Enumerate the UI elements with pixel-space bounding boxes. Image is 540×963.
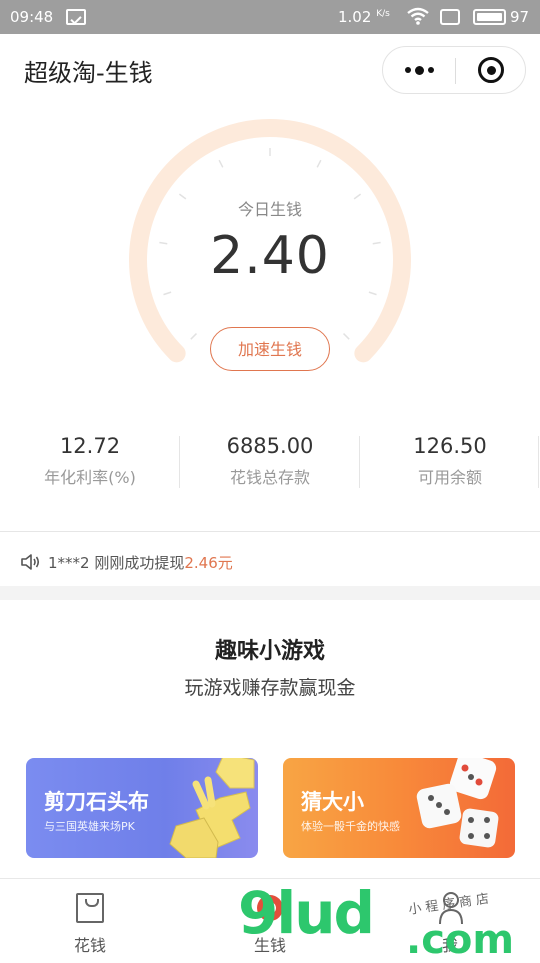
battery-level: 97: [510, 8, 530, 26]
game-desc: 与三国英雄来场PK: [44, 820, 135, 833]
game-desc: 体验一骰千金的快感: [301, 820, 400, 833]
wifi-icon: [407, 7, 429, 25]
watermark-small-text: 小程序商店: [407, 891, 494, 918]
mini-program-capsule: [382, 46, 526, 94]
stats-row: 12.72 年化利率(%) 6885.00 花钱总存款 126.50 可用余额: [0, 428, 540, 498]
page-title: 超级淘-生钱: [24, 59, 153, 87]
stat-annual-rate: 12.72 年化利率(%): [0, 428, 180, 488]
stat-total-deposit: 6885.00 花钱总存款: [180, 428, 360, 488]
notice-text: 1***2 刚刚成功提现: [48, 553, 185, 572]
notice-amount: 2.46元: [184, 553, 233, 572]
withdraw-notice: 1***2 刚刚成功提现 2.46元: [20, 550, 233, 574]
gauge-tick: [343, 333, 350, 340]
gauge-tick: [190, 333, 197, 340]
accelerate-button[interactable]: 加速生钱: [210, 327, 330, 371]
stat-label: 花钱总存款: [229, 468, 310, 487]
network-speed-value: 1.02: [338, 8, 372, 26]
stat-label: 可用余额: [417, 468, 482, 487]
stat-label: 年化利率(%): [44, 468, 136, 487]
image-notification-icon: [66, 9, 86, 25]
gauge-tick: [368, 291, 377, 296]
stat-available-balance: 126.50 可用余额: [360, 428, 540, 488]
sim-icon: [440, 9, 460, 25]
stat-value: 12.72: [59, 434, 121, 458]
game-title: 猜大小: [301, 790, 364, 814]
stat-value: 126.50: [413, 434, 487, 458]
game-title: 剪刀石头布: [44, 790, 149, 814]
watermark-text: 9lud: [238, 879, 375, 947]
gauge-tick: [316, 159, 322, 168]
watermark-suffix: .com: [406, 917, 515, 963]
games-subtitle: 玩游戏赚存款赢现金: [184, 677, 356, 699]
section-gap: [0, 586, 540, 600]
tab-spend[interactable]: 花钱: [0, 879, 180, 961]
app-header: 超级淘-生钱: [0, 34, 540, 104]
battery-icon: [473, 9, 506, 25]
more-button[interactable]: [383, 47, 455, 93]
gauge-tick: [163, 291, 172, 296]
network-speed-unit: K/s: [376, 9, 390, 19]
dice-icon: [416, 758, 499, 848]
status-time: 09:48: [10, 8, 54, 26]
more-dot-icon: [404, 67, 411, 73]
today-earnings-value: 2.40: [210, 226, 330, 286]
earnings-gauge: 今日生钱 2.40 加速生钱: [110, 110, 430, 390]
status-bar: 09:48 1.02 K/s 97: [0, 0, 540, 34]
gauge-label: 今日生钱: [237, 200, 302, 219]
speaker-icon: [21, 554, 40, 570]
gauge-tick: [218, 159, 224, 168]
hands-icon: [169, 758, 255, 858]
more-dot-icon: [414, 65, 424, 75]
bag-icon: [76, 893, 104, 923]
section-divider: [0, 531, 540, 532]
games-title: 趣味小游戏: [214, 639, 325, 664]
close-mini-program-button[interactable]: [456, 47, 526, 93]
rock-paper-scissors-card[interactable]: 剪刀石头布 与三国英雄来场PK: [26, 758, 258, 858]
watermark: 9lud .com 小程序商店: [238, 879, 538, 963]
guess-size-card[interactable]: 猜大小 体验一骰千金的快感: [283, 758, 515, 858]
stat-value: 6885.00: [226, 434, 314, 458]
target-icon: [478, 57, 504, 83]
stat-divider: [538, 436, 539, 488]
more-dot-icon: [427, 67, 434, 73]
tab-label: 花钱: [73, 936, 106, 955]
network-speed: 1.02 K/s: [338, 8, 390, 26]
